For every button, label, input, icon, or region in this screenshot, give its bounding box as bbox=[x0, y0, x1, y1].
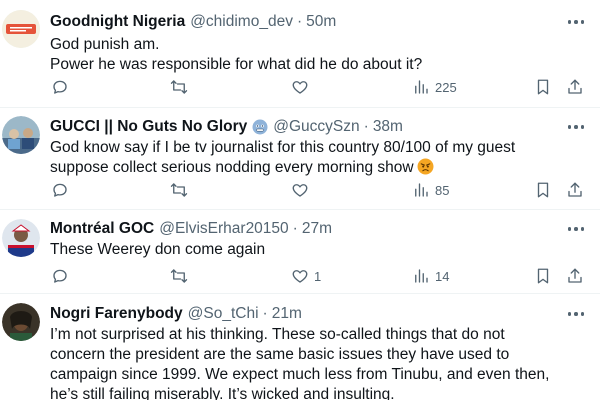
tweet[interactable]: GUCCI || No Guts No Glory @GuccySzn · 38… bbox=[0, 108, 600, 210]
timeline-feed: Goodnight Nigeria @chidimo_dev · 50m God… bbox=[0, 0, 600, 400]
separator-dot: · bbox=[296, 13, 303, 30]
tweet-text: These Weerey don come again bbox=[50, 240, 586, 260]
heart-icon bbox=[292, 184, 308, 197]
timestamp[interactable]: 27m bbox=[302, 220, 332, 238]
tweet-actions: 85 bbox=[0, 180, 600, 200]
tweet[interactable]: Goodnight Nigeria @chidimo_dev · 50m God… bbox=[0, 0, 600, 108]
tweet-actions: 225 bbox=[0, 77, 600, 97]
more-options-icon[interactable] bbox=[564, 117, 588, 137]
tweet-header: Goodnight Nigeria @chidimo_dev · 50m bbox=[50, 11, 540, 33]
bookmark-icon bbox=[537, 79, 549, 95]
separator-dot: · bbox=[292, 220, 298, 237]
more-options-icon[interactable] bbox=[564, 219, 588, 239]
avatar[interactable] bbox=[2, 10, 40, 48]
timestamp[interactable]: 50m bbox=[306, 13, 336, 31]
tweet-text-line: God know say if I be tv journalist for t… bbox=[50, 139, 516, 156]
views-button[interactable]: 225 bbox=[412, 77, 457, 97]
reply-button[interactable] bbox=[51, 266, 74, 286]
retweet-icon bbox=[170, 80, 188, 94]
tweet[interactable]: Nogri Farenybody @So_tChi · 21m I’m not … bbox=[0, 294, 600, 400]
tweet-text: I’m not surprised at his thinking. These… bbox=[50, 325, 586, 400]
views-bar-chart-icon bbox=[415, 80, 428, 94]
more-options-icon[interactable] bbox=[564, 304, 588, 324]
like-count: 1 bbox=[314, 268, 322, 284]
like-button[interactable]: 1 bbox=[291, 266, 321, 286]
display-name[interactable]: Nogri Farenybody bbox=[50, 305, 183, 323]
tweet-text-line: suppose collect serious nodding every mo… bbox=[50, 158, 586, 181]
bookmark-button[interactable] bbox=[534, 77, 552, 97]
face-emoji-icon bbox=[252, 119, 268, 135]
display-name[interactable]: GUCCI || No Guts No Glory bbox=[50, 118, 247, 136]
tweet-text-line: I’m not surprised at his thinking. These… bbox=[50, 326, 505, 343]
tweet-text-span: suppose collect serious nodding every mo… bbox=[50, 159, 414, 176]
tweet-text-line: campaign since 1999. We expect much less… bbox=[50, 366, 550, 383]
tweet-text-line: God punish am. bbox=[50, 36, 160, 53]
display-name[interactable]: Montréal GOC bbox=[50, 220, 154, 238]
reply-icon bbox=[53, 269, 67, 283]
separator-dot: · bbox=[363, 118, 369, 135]
reply-button[interactable] bbox=[51, 180, 74, 200]
view-count: 85 bbox=[435, 182, 450, 198]
share-button[interactable] bbox=[566, 77, 584, 97]
views-button[interactable]: 14 bbox=[412, 266, 449, 286]
more-options-icon[interactable] bbox=[564, 12, 588, 32]
tweet-text-line: Power he was responsible for what did he… bbox=[50, 56, 423, 73]
views-button[interactable]: 85 bbox=[412, 180, 449, 200]
tweet-actions: 1 14 bbox=[0, 266, 600, 286]
view-count: 14 bbox=[435, 268, 450, 284]
tweet-text: God punish am. Power he was responsible … bbox=[50, 35, 586, 75]
timestamp[interactable]: 38m bbox=[373, 118, 403, 136]
tweet-header: Montréal GOC @ElvisErhar20150 · 27m bbox=[50, 218, 540, 240]
view-count: 225 bbox=[435, 79, 457, 95]
tweet-text: God know say if I be tv journalist for t… bbox=[50, 138, 586, 181]
share-icon bbox=[568, 79, 582, 94]
retweet-button[interactable] bbox=[170, 266, 193, 286]
views-bar-chart-icon bbox=[415, 183, 428, 197]
tweet[interactable]: Montréal GOC @ElvisErhar20150 · 27m Thes… bbox=[0, 210, 600, 294]
tweet-text-line: concern the president are the same basic… bbox=[50, 346, 510, 363]
retweet-button[interactable] bbox=[170, 77, 193, 97]
avatar[interactable] bbox=[2, 116, 40, 154]
user-handle[interactable]: @GuccySzn bbox=[273, 118, 359, 136]
avatar[interactable] bbox=[2, 303, 40, 341]
user-handle[interactable]: @So_tChi bbox=[188, 305, 259, 323]
heart-icon bbox=[292, 81, 308, 94]
display-name[interactable]: Goodnight Nigeria bbox=[50, 13, 185, 31]
share-icon bbox=[568, 182, 582, 197]
like-button[interactable] bbox=[291, 77, 314, 97]
tweet-text-line: he’s still failing miserably. It’s wicke… bbox=[50, 386, 395, 400]
reply-icon bbox=[53, 80, 67, 94]
bookmark-button[interactable] bbox=[534, 180, 552, 200]
retweet-icon bbox=[170, 183, 188, 197]
user-handle[interactable]: @ElvisErhar20150 bbox=[159, 220, 288, 238]
like-button[interactable] bbox=[291, 180, 314, 200]
separator-dot: · bbox=[262, 305, 268, 322]
angry-face-emoji-icon bbox=[417, 158, 434, 181]
tweet-header: GUCCI || No Guts No Glory @GuccySzn · 38… bbox=[50, 116, 540, 138]
share-button[interactable] bbox=[566, 180, 584, 200]
heart-icon bbox=[292, 270, 308, 283]
share-button[interactable] bbox=[566, 266, 584, 286]
bookmark-icon bbox=[537, 268, 549, 284]
bookmark-icon bbox=[537, 182, 549, 198]
timestamp[interactable]: 21m bbox=[272, 305, 302, 323]
avatar[interactable] bbox=[2, 219, 40, 257]
reply-button[interactable] bbox=[51, 77, 74, 97]
tweet-text-line: These Weerey don come again bbox=[50, 241, 266, 258]
retweet-button[interactable] bbox=[170, 180, 193, 200]
tweet-header: Nogri Farenybody @So_tChi · 21m bbox=[50, 303, 540, 325]
reply-icon bbox=[53, 183, 67, 197]
user-handle[interactable]: @chidimo_dev bbox=[190, 13, 293, 31]
bookmark-button[interactable] bbox=[534, 266, 552, 286]
views-bar-chart-icon bbox=[415, 269, 428, 283]
retweet-icon bbox=[170, 269, 188, 283]
share-icon bbox=[568, 268, 582, 283]
